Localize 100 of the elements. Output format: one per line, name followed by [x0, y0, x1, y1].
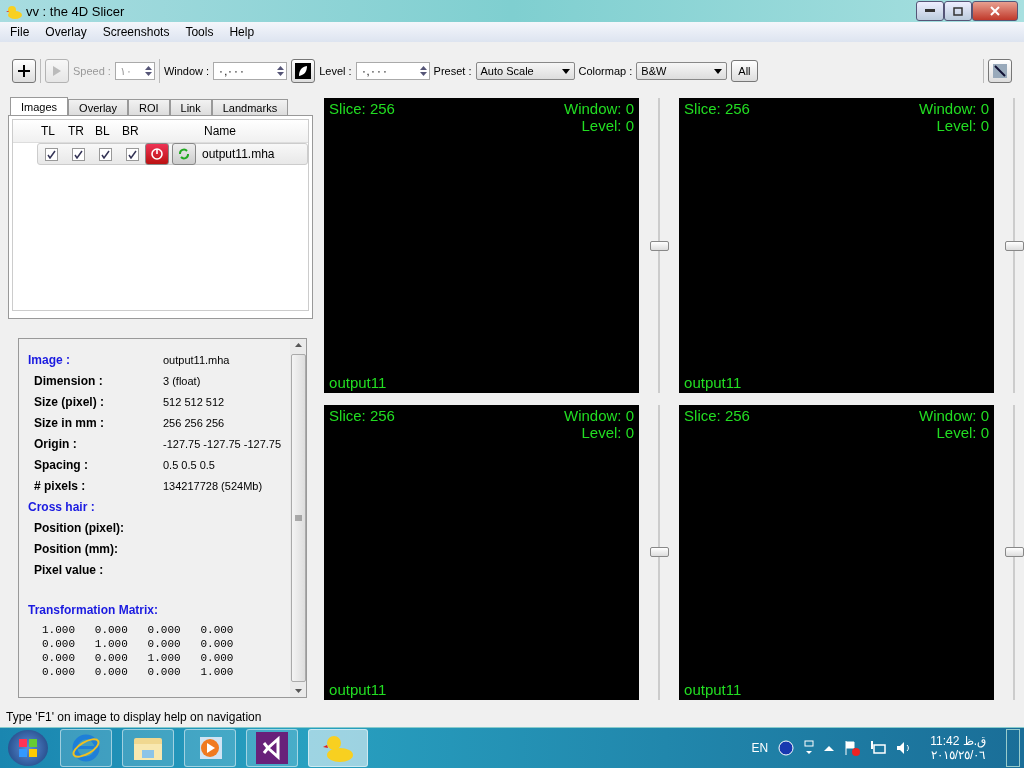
window-readout: Window: 0 — [564, 100, 635, 117]
speed-label: Speed : — [73, 65, 111, 77]
reload-button[interactable] — [172, 143, 196, 165]
image-view[interactable]: Slice: 256 Window: 0 Level: 0 output11 — [324, 404, 640, 700]
matrix-row-text: 0.000 1.000 0.000 0.000 — [41, 637, 235, 651]
spin-arrows-icon[interactable] — [144, 65, 152, 77]
info-label: Position (mm): — [33, 541, 119, 556]
image-name: output11 — [329, 680, 388, 698]
window-readout: Window: 0 — [564, 406, 635, 424]
slice-label: Slice: 256 — [329, 100, 395, 119]
grip-icon[interactable] — [294, 515, 302, 521]
crosshair-button[interactable] — [12, 59, 36, 83]
level-field[interactable]: ٠,٠٠٠ — [355, 62, 430, 80]
window-readout: Window: 0 — [919, 100, 990, 117]
window-field[interactable]: ٠,٠٠٠ — [213, 62, 288, 80]
image-name: output11 — [329, 374, 388, 391]
info-value: 512 512 512 — [163, 395, 226, 408]
caret-icon[interactable] — [714, 68, 723, 74]
windows-icon[interactable] — [804, 740, 815, 756]
minimize-icon[interactable] — [925, 9, 935, 13]
menu-item[interactable]: Screenshots — [94, 25, 178, 39]
minimize-button[interactable] — [916, 1, 944, 21]
scrollbar[interactable] — [290, 339, 307, 697]
diagonal-arrow-icon[interactable] — [993, 64, 1007, 78]
studio-icon — [256, 732, 288, 764]
info-label: Position (pixel): — [33, 520, 125, 535]
menu-item[interactable]: File — [2, 25, 38, 39]
all-button[interactable]: All — [731, 60, 758, 82]
spin-arrows-icon[interactable] — [419, 65, 427, 77]
duck-icon — [322, 733, 354, 763]
scroll-down-icon[interactable] — [294, 689, 302, 693]
matrix-row-text: 1.000 0.000 0.000 0.000 — [41, 623, 235, 637]
slice-label: Slice: 256 — [329, 406, 395, 426]
image-name: output11 — [684, 680, 743, 698]
show-desktop-button[interactable] — [1006, 729, 1020, 767]
help-icon[interactable] — [778, 740, 795, 756]
language-indicator[interactable]: EN — [751, 741, 769, 755]
section-heading: Cross hair : — [28, 499, 96, 514]
crosshair-icon[interactable] — [18, 65, 30, 77]
slider-handle[interactable] — [650, 240, 670, 251]
column-header: TL — [40, 124, 56, 138]
level-label: Level : — [319, 65, 352, 77]
level-readout: Level: 0 — [581, 117, 635, 134]
info-value: output11.mha — [163, 353, 231, 366]
power-button[interactable] — [145, 143, 169, 165]
windows-logo-icon[interactable] — [18, 738, 38, 758]
caret-icon[interactable] — [561, 68, 570, 74]
matrix-row-text: 0.000 0.000 1.000 0.000 — [41, 651, 235, 665]
section-heading: Image : — [28, 352, 71, 367]
column-header: BL — [94, 124, 111, 138]
matrix-row-text: 0.000 0.000 0.000 1.000 — [41, 665, 235, 679]
status-text: Type 'F1' on image to display help on navigation — [5, 709, 263, 726]
table-cell-text: output11.mha — [201, 147, 276, 161]
clock[interactable]: 11:42 ق.ظ ٢٠١٥/٢٥/٠٦ — [930, 734, 986, 762]
flag-icon[interactable] — [844, 740, 861, 756]
menu-item[interactable]: Tools — [177, 25, 222, 39]
column-header: TR — [67, 124, 85, 138]
maximize-button[interactable] — [944, 1, 972, 21]
window-title: vv : the 4D Slicer — [26, 3, 125, 19]
level-readout: Level: 0 — [936, 117, 990, 134]
info-label: Spacing : — [33, 457, 89, 472]
maximize-icon[interactable] — [953, 6, 963, 16]
close-icon[interactable] — [990, 6, 1000, 16]
section-heading: Transformation Matrix: — [28, 602, 160, 617]
image-name: output11 — [684, 374, 743, 391]
slider-handle[interactable] — [650, 547, 670, 557]
colormap-dropdown[interactable]: B&W — [636, 62, 728, 80]
colormap-label: Colormap : — [578, 65, 633, 77]
info-value: 256 256 256 — [163, 416, 226, 429]
info-label: Dimension : — [33, 373, 104, 388]
window-label: Window : — [163, 65, 210, 77]
slider-handle[interactable] — [1005, 547, 1024, 557]
start-button[interactable] — [8, 730, 48, 766]
info-label: Origin : — [33, 436, 78, 451]
level-readout: Level: 0 — [581, 423, 635, 441]
show-hidden-icon[interactable] — [824, 745, 835, 751]
info-value: 134217728 (524Mb) — [163, 479, 264, 492]
slice-label: Slice: 256 — [684, 406, 750, 426]
duck-icon — [6, 3, 22, 19]
power-icon[interactable] — [151, 148, 163, 160]
menu-item[interactable]: Help — [221, 25, 263, 39]
browser-icon — [71, 733, 101, 763]
taskbar-app[interactable] — [246, 729, 298, 767]
fullscreen-button[interactable] — [988, 59, 1012, 83]
window-readout: Window: 0 — [919, 406, 990, 424]
info-value: 3 (float) — [163, 374, 202, 387]
column-header: BR — [121, 124, 140, 138]
info-label: Pixel value : — [33, 562, 105, 577]
image-view[interactable]: Slice: 256 Window: 0 Level: 0 output11 — [679, 404, 995, 700]
info-label: Size (pixel) : — [33, 394, 105, 409]
info-value: 0.5 0.5 0.5 — [163, 458, 216, 471]
info-value: -127.75 -127.75 -127.75 — [163, 437, 282, 450]
network-icon[interactable] — [870, 740, 887, 756]
spin-arrows-icon[interactable] — [277, 65, 285, 77]
preset-dropdown[interactable]: Auto Scale — [475, 62, 575, 80]
scroll-up-icon[interactable] — [294, 343, 302, 347]
level-readout: Level: 0 — [936, 423, 990, 441]
menu-item[interactable]: Overlay — [37, 25, 95, 39]
slider-handle[interactable] — [1005, 240, 1024, 251]
close-button[interactable] — [972, 1, 1018, 21]
